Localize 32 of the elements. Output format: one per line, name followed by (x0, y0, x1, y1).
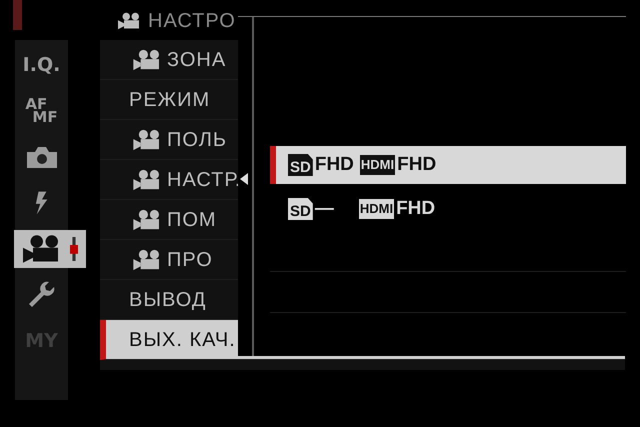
hdmi-quality: FHD (397, 152, 436, 177)
hdmi-quality: FHD (396, 196, 436, 221)
tab-label: AF (25, 98, 48, 111)
popup-option[interactable]: SD FHD HDMI FHD (270, 146, 626, 184)
menu-label: ПРО (167, 248, 213, 272)
flash-icon (34, 191, 48, 215)
sd-quality: — (314, 196, 335, 221)
sd-card-badge: SD (288, 154, 313, 176)
menu-label: ВЫХ. КАЧ. (129, 328, 236, 352)
menu-label: ПОМ (167, 208, 217, 232)
menu-label: РЕЖИМ (129, 88, 210, 112)
video-camera-icon (118, 11, 142, 31)
sidebar-tab[interactable]: I.Q. (15, 46, 68, 84)
sidebar-tab[interactable] (14, 230, 86, 268)
menu-label: ВЫВОД (129, 288, 206, 312)
menu-label: НАСТР. (167, 168, 242, 192)
sd-quality: FHD (314, 152, 354, 177)
hdmi-badge: HDMI (358, 199, 394, 219)
tab-marker (13, 0, 22, 30)
wrench-icon (28, 281, 56, 309)
popup-option[interactable]: SD — HDMI FHD (270, 190, 626, 228)
menu-label: ПОЛЬ (167, 128, 227, 152)
tab-label: I.Q. (22, 52, 60, 78)
menu-title: НАСТРО (148, 9, 236, 34)
scroll-indicator-icon (70, 234, 78, 264)
pointer-icon (240, 173, 248, 185)
camera-icon (26, 146, 56, 168)
sd-card-badge: SD (288, 198, 313, 220)
hdmi-badge: HDMI (360, 155, 396, 175)
sidebar-tab[interactable]: AF MF (15, 92, 68, 130)
menu-label: ЗОНА (167, 48, 226, 72)
tab-label: MF (32, 111, 58, 124)
